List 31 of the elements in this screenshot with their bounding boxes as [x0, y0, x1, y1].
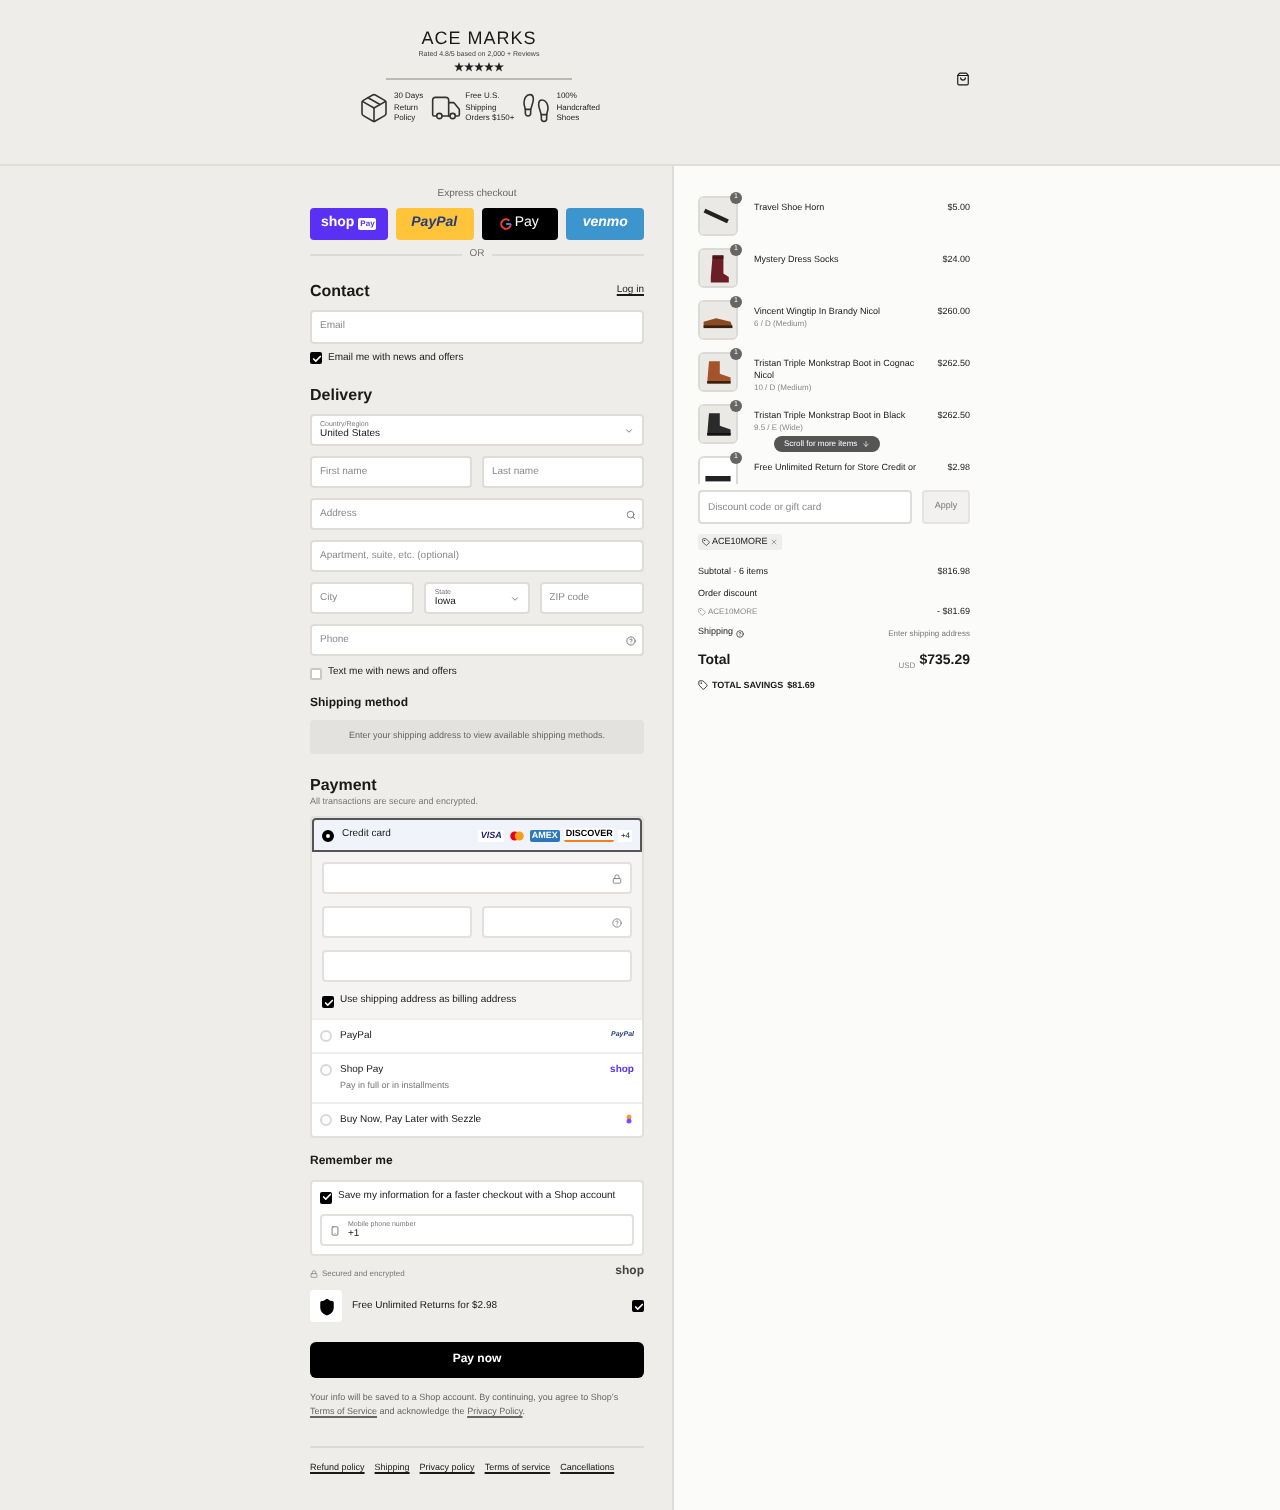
chevron-icon: [509, 593, 520, 603]
truck-icon: [429, 91, 462, 123]
tag-icon: [698, 680, 708, 691]
security-code-field[interactable]: [482, 906, 632, 939]
google-icon: [500, 218, 513, 230]
help-icon[interactable]: [612, 917, 622, 928]
chevron-icon: [624, 425, 634, 435]
phone-icon: [330, 1225, 340, 1236]
radio-button[interactable]: [322, 829, 334, 842]
lock-icon: [612, 873, 622, 884]
help-icon[interactable]: [626, 635, 636, 645]
tag-icon: [702, 538, 710, 546]
payment-heading: Payment: [310, 775, 379, 793]
shield-icon: [317, 1297, 335, 1316]
delivery-heading: Delivery: [310, 386, 375, 404]
store-logo[interactable]: ACE MARKS: [421, 28, 537, 48]
help-icon[interactable]: [735, 629, 744, 638]
expiry-field[interactable]: [322, 906, 472, 939]
tag-icon: [698, 607, 706, 616]
bag-icon[interactable]: [956, 72, 970, 86]
arrow-down-icon: [861, 440, 870, 448]
mastercard-logo: [507, 829, 526, 842]
box-icon: [357, 91, 390, 123]
name-on-card-field[interactable]: [322, 950, 632, 983]
lock-icon: [310, 1269, 318, 1278]
footprints-icon: [520, 91, 553, 123]
contact-heading: Contact: [310, 281, 370, 299]
checkbox[interactable]: [310, 667, 322, 680]
search-icon: [626, 509, 636, 519]
card-number-field[interactable]: [322, 862, 632, 895]
sezzle-icon: [624, 1113, 634, 1124]
